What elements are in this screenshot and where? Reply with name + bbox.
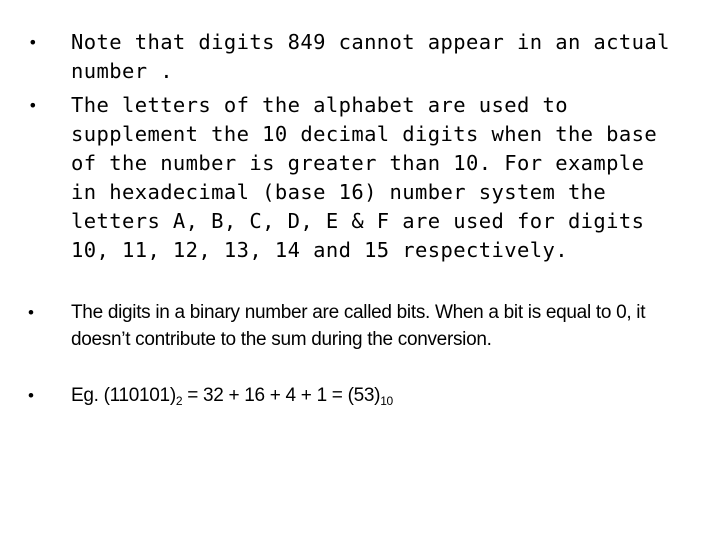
bullet-marker: •	[28, 303, 34, 322]
example-equation: Eg. (110101)2 = 32 + 16 + 4 + 1 = (53)10	[71, 382, 678, 409]
bullet-text: Note that digits 849 cannot appear in an…	[71, 30, 670, 83]
equation-middle: = 32 + 16 + 4 + 1 = (53)	[182, 385, 381, 406]
bullet-item: • Note that digits 849 cannot appear in …	[28, 28, 678, 86]
bullet-text: The letters of the alphabet are used to …	[71, 93, 658, 262]
bullet-marker: •	[28, 33, 39, 52]
bullet-marker: •	[28, 386, 34, 405]
bullet-item: • The digits in a binary number are call…	[28, 299, 678, 353]
bullet-text: The digits in a binary number are called…	[71, 302, 646, 350]
bullet-marker: •	[28, 96, 39, 115]
base-subscript-10: 10	[380, 394, 393, 408]
bullet-item: • The letters of the alphabet are used t…	[28, 91, 678, 265]
bullet-item-example: • Eg. (110101)2 = 32 + 16 + 4 + 1 = (53)…	[28, 382, 678, 409]
equation-prefix: Eg. (110101)	[71, 385, 176, 406]
